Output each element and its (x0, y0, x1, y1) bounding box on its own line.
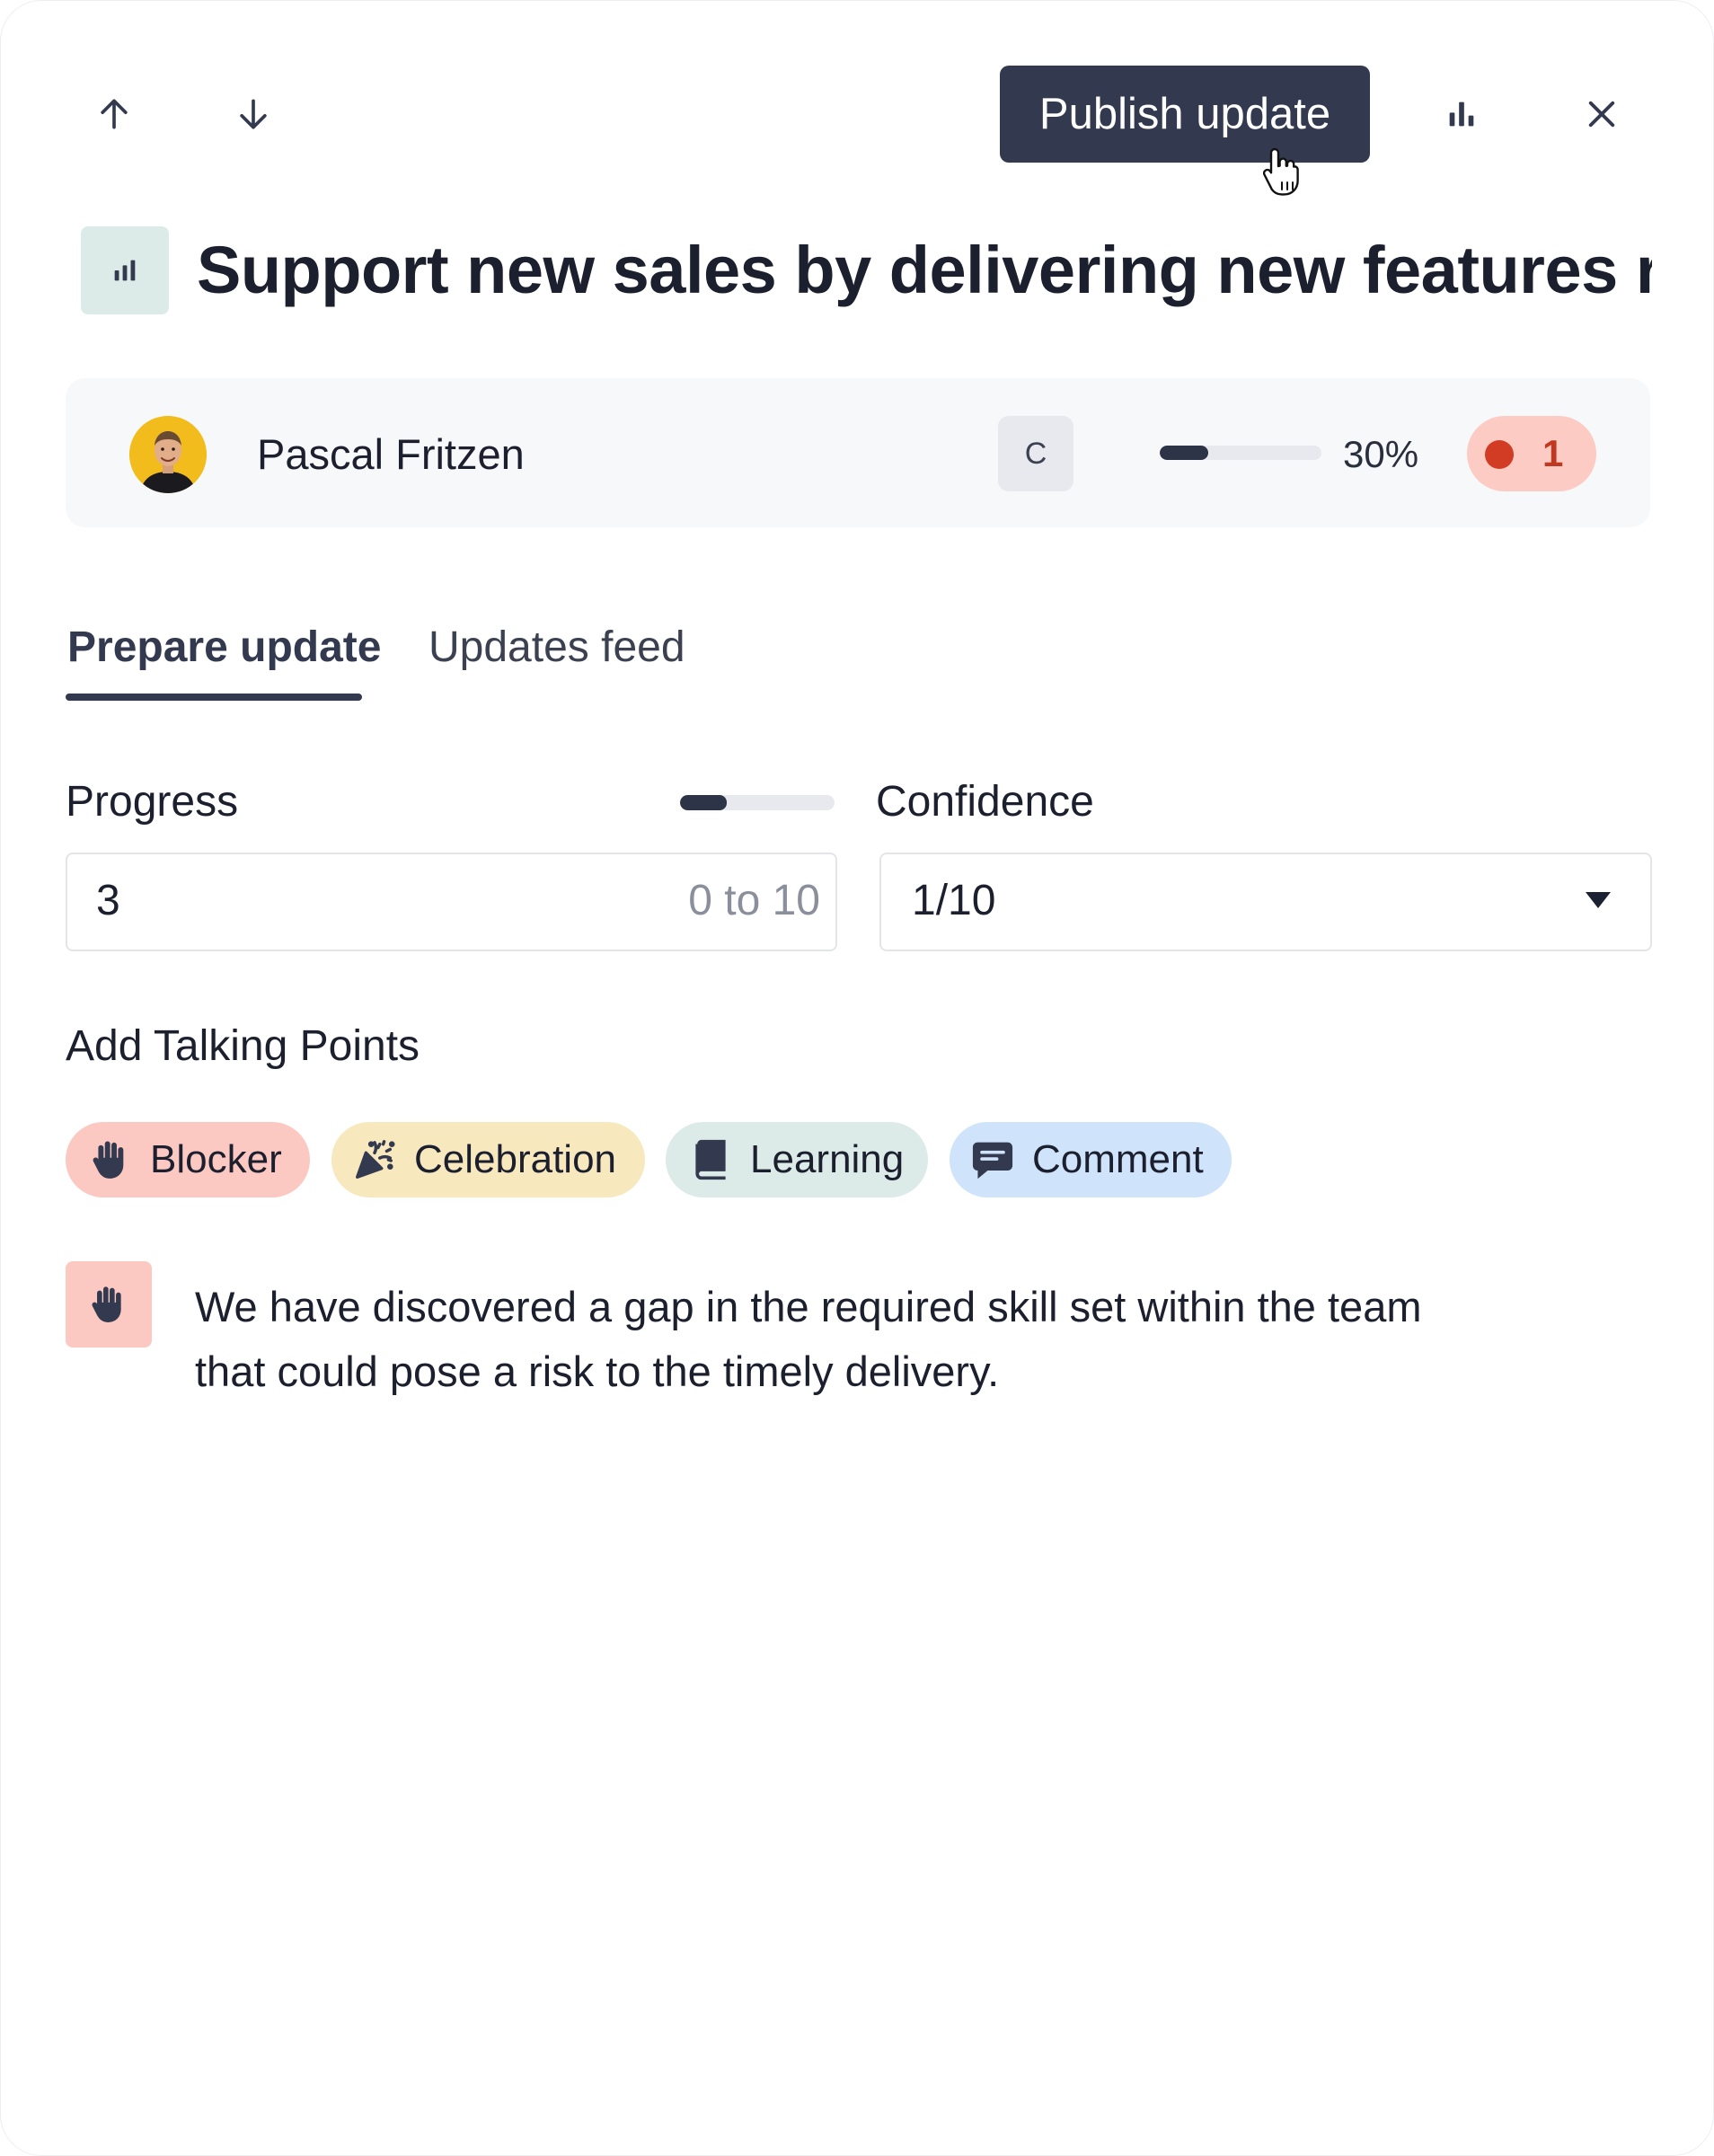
arrow-down-icon (240, 99, 267, 129)
progress-input-range-hint: 0 to 10 (688, 877, 820, 924)
arrow-up-icon (101, 99, 128, 129)
book-icon (685, 1135, 736, 1185)
close-button[interactable] (1568, 80, 1636, 148)
risk-count: 1 (1542, 432, 1564, 474)
progress-mini-bar (680, 795, 835, 810)
talking-points-heading: Add Talking Points (66, 1022, 420, 1070)
tab-prepare-update[interactable]: Prepare update (67, 621, 381, 675)
hand-icon (92, 1286, 121, 1322)
objective-title: Support new sales by delivering new feat… (197, 233, 1652, 307)
add-blocker-chip[interactable]: Blocker (66, 1122, 310, 1197)
hand-cursor-icon (1260, 145, 1307, 203)
blocker-entry-text[interactable]: We have discovered a gap in the required… (195, 1275, 1471, 1404)
objective-type-icon (81, 226, 169, 314)
add-comment-chip[interactable]: Comment (950, 1122, 1232, 1197)
chip-label: Comment (1032, 1137, 1204, 1181)
owner-progress-fill (1160, 446, 1208, 460)
previous-item-button[interactable] (80, 80, 148, 148)
avatar[interactable] (129, 416, 207, 493)
chip-label: Blocker (150, 1137, 282, 1181)
tab-updates-feed[interactable]: Updates feed (428, 621, 685, 675)
blocker-entry-icon[interactable] (66, 1261, 152, 1348)
chip-label: Learning (750, 1137, 905, 1181)
next-item-button[interactable] (219, 80, 287, 148)
grade-badge: C (998, 416, 1073, 491)
update-panel: Publish update Support new sales by deli… (0, 0, 1714, 2156)
bar-chart-icon (1449, 102, 1474, 127)
comment-icon (967, 1135, 1018, 1185)
owner-progress-percent: 30% (1343, 433, 1419, 475)
add-celebration-chip[interactable]: Celebration (331, 1122, 645, 1197)
confidence-select-value: 1/10 (912, 877, 996, 924)
close-icon (1588, 101, 1615, 128)
progress-input-value: 3 (96, 877, 120, 924)
risk-dot-icon (1485, 440, 1514, 469)
hand-icon (85, 1135, 136, 1185)
progress-mini-fill (680, 795, 727, 810)
add-learning-chip[interactable]: Learning (666, 1122, 928, 1197)
dropdown-caret-icon (1586, 892, 1611, 908)
party-popper-icon (349, 1135, 400, 1185)
active-tab-indicator (66, 694, 362, 701)
stats-button[interactable] (1427, 80, 1496, 148)
owner-name: Pascal Fritzen (257, 430, 525, 478)
confidence-label: Confidence (876, 778, 1094, 826)
chip-label: Celebration (414, 1137, 617, 1181)
owner-progress-bar (1160, 446, 1321, 460)
bar-chart-icon (114, 260, 136, 281)
publish-update-button[interactable]: Publish update (1000, 66, 1370, 163)
progress-label: Progress (66, 778, 239, 826)
